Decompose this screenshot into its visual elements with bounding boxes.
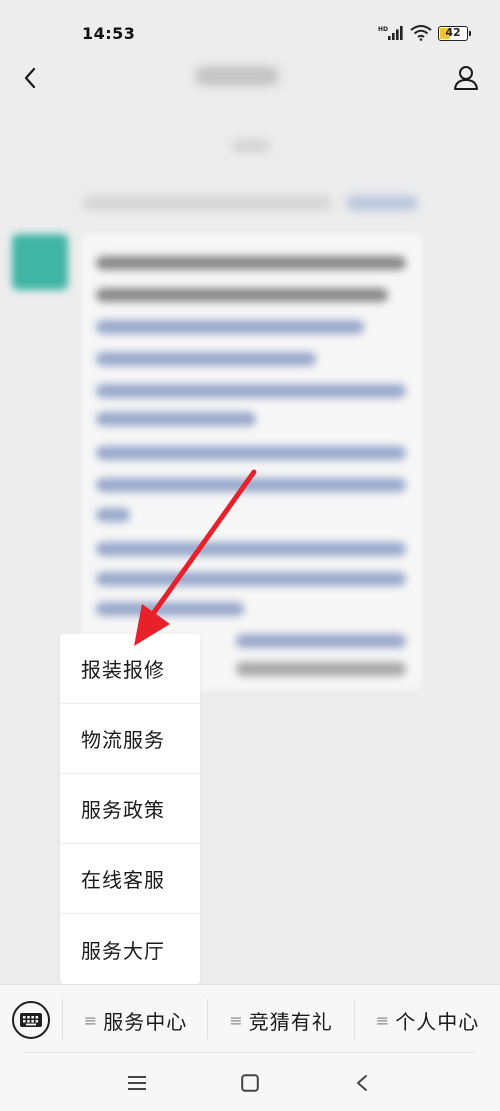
submenu-item-policy[interactable]: 服务政策 bbox=[60, 774, 200, 844]
blurred-system-message bbox=[82, 196, 332, 210]
page-title-blurred bbox=[195, 66, 307, 90]
menu-tab-service-center[interactable]: ≡ 服务中心 bbox=[64, 997, 207, 1043]
blurred-link-line bbox=[96, 508, 130, 522]
blurred-link-line bbox=[96, 384, 406, 398]
submenu-item-repair[interactable]: 报装报修 bbox=[60, 634, 200, 704]
wechat-official-account-screen: 14:53 HD 42 报装报修 物流服务 服务政策 在线客服 服务大厅 ≡ 服… bbox=[0, 0, 500, 1111]
battery-level-text: 42 bbox=[445, 25, 461, 39]
blurred-link-line bbox=[96, 320, 364, 334]
blurred-link-line bbox=[96, 572, 406, 586]
blurred-text-line bbox=[96, 256, 406, 270]
blurred-text-line bbox=[96, 288, 388, 302]
chevron-left-icon bbox=[24, 67, 36, 89]
blurred-text-line bbox=[236, 662, 406, 676]
menu-tab-label: 服务中心 bbox=[103, 1009, 188, 1034]
wifi-icon bbox=[410, 25, 432, 41]
blurred-system-link bbox=[346, 196, 418, 210]
blurred-link-line bbox=[96, 412, 256, 426]
submenu-item-online-support[interactable]: 在线客服 bbox=[60, 844, 200, 914]
submenu-item-service-hall[interactable]: 服务大厅 bbox=[60, 914, 200, 984]
submenu-item-logistics[interactable]: 物流服务 bbox=[60, 704, 200, 774]
back-triangle-icon bbox=[357, 1075, 367, 1091]
person-icon bbox=[454, 66, 478, 90]
blurred-link-line bbox=[96, 478, 406, 492]
battery-icon: 42 bbox=[438, 25, 471, 41]
back-button[interactable] bbox=[12, 60, 48, 96]
status-time: 14:53 bbox=[82, 24, 136, 43]
network-label: HD bbox=[378, 26, 388, 33]
system-menu-button[interactable] bbox=[122, 1068, 152, 1098]
keyboard-toggle-button[interactable] bbox=[12, 1001, 50, 1039]
profile-button[interactable] bbox=[448, 60, 484, 96]
blurred-link-line bbox=[96, 542, 406, 556]
nav-bar bbox=[0, 48, 500, 108]
menu-tab-label: 个人中心 bbox=[395, 1009, 480, 1034]
system-home-button[interactable] bbox=[235, 1068, 265, 1098]
blurred-link-line bbox=[236, 634, 406, 648]
menu-tab-quiz-rewards[interactable]: ≡ 竞猜有礼 bbox=[208, 997, 354, 1043]
cellular-signal-icon: HD bbox=[378, 26, 403, 40]
account-avatar[interactable] bbox=[12, 234, 68, 290]
blurred-title-bar bbox=[195, 66, 279, 86]
menu-lines-icon: ≡ bbox=[229, 1010, 243, 1030]
tab-divider bbox=[62, 999, 63, 1039]
battery-tip bbox=[469, 30, 471, 36]
home-square-icon bbox=[241, 1074, 259, 1092]
status-icons: HD 42 bbox=[378, 24, 471, 42]
system-back-button[interactable] bbox=[347, 1068, 377, 1098]
system-navigation-bar bbox=[0, 1054, 500, 1111]
menu-tab-label: 竞猜有礼 bbox=[248, 1009, 333, 1034]
bottom-menu-bar: ≡ 服务中心 ≡ 竞猜有礼 ≡ 个人中心 bbox=[0, 984, 500, 1054]
status-bar: 14:53 HD 42 bbox=[0, 0, 500, 48]
service-center-submenu: 报装报修 物流服务 服务政策 在线客服 服务大厅 bbox=[60, 634, 200, 984]
menu-lines-icon: ≡ bbox=[375, 1010, 390, 1030]
blurred-link-line bbox=[96, 446, 406, 460]
blurred-link-line bbox=[96, 352, 316, 366]
menu-lines-icon: ≡ bbox=[83, 1010, 98, 1030]
blurred-timestamp bbox=[232, 140, 270, 152]
bottom-separator bbox=[24, 1052, 476, 1053]
blurred-link-line bbox=[96, 602, 244, 616]
keyboard-icon bbox=[20, 1013, 42, 1027]
message-bubble bbox=[82, 234, 422, 690]
menu-icon bbox=[128, 1076, 146, 1090]
menu-tab-personal-center[interactable]: ≡ 个人中心 bbox=[355, 997, 500, 1043]
